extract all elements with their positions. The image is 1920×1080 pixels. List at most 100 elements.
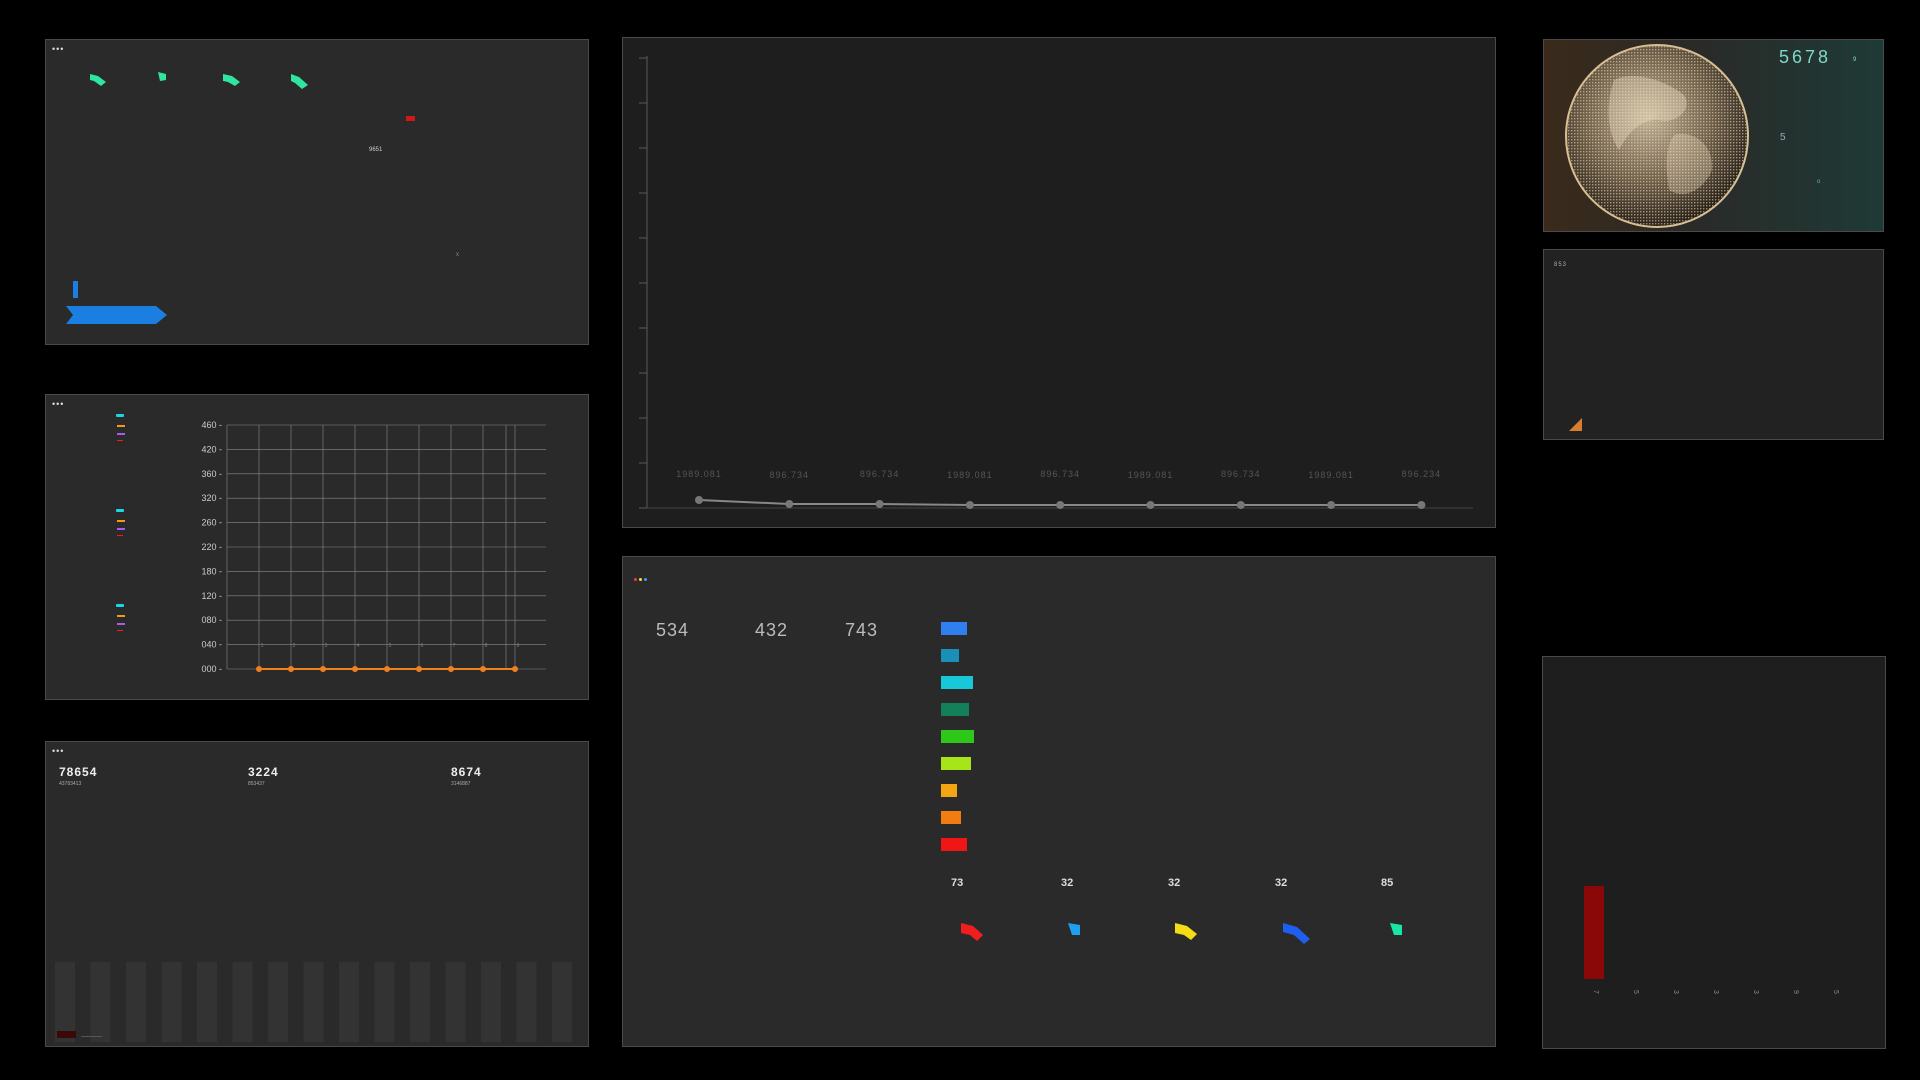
y-tick-label: 040 -	[201, 640, 222, 650]
bg-column	[374, 962, 395, 1042]
point-label: 896.734	[1040, 469, 1080, 479]
point-label: 9	[517, 643, 520, 649]
point-label: 1989.081	[676, 469, 722, 479]
y-axis-marks	[639, 57, 647, 509]
line-point	[1056, 501, 1065, 509]
series-point	[512, 666, 518, 672]
panel-right-bottom: 7 5 3 3 3 9 5	[1542, 656, 1886, 1049]
bg-column	[268, 962, 288, 1042]
point-label: 896.234	[1402, 469, 1442, 479]
gauge-segment-2	[158, 72, 166, 81]
color-swatch	[941, 784, 957, 797]
y-tick-label: 360 -	[201, 469, 222, 479]
gauge-segment-4	[291, 74, 308, 89]
bg-column	[516, 962, 537, 1042]
bg-column	[232, 962, 253, 1042]
line-point	[1146, 501, 1155, 509]
bar-chart-small: 7 5 3 3 3 9 5	[1584, 886, 1839, 994]
point-label: 5	[389, 643, 392, 649]
gauge-value-5: 85	[1381, 877, 1394, 889]
color-swatch	[941, 811, 961, 824]
chart-grid	[226, 424, 546, 670]
point-label: 2	[293, 643, 296, 649]
y-tick-label: 420 -	[201, 444, 222, 454]
bg-column	[55, 962, 75, 1042]
x-marker: x	[456, 252, 459, 258]
line-chart: 1989.081 896.734 896.734 1989.081 896.734 198…	[639, 56, 1473, 509]
bg-column	[197, 962, 217, 1042]
side-value: 5	[1780, 132, 1786, 143]
panel-line-chart: ••• 460 -420 -360 -320 -260 -220 -180 -1…	[45, 394, 589, 700]
big-number: 5678	[1779, 47, 1832, 67]
bg-column	[303, 962, 324, 1042]
x-label: 5	[1832, 990, 1839, 994]
x-label: 3	[1752, 990, 1759, 994]
color-swatch	[941, 838, 967, 851]
line-series	[695, 496, 1426, 509]
gauge-segment	[1175, 923, 1197, 940]
y-axis-ticks: 460 - 420 - 360 - 320 - 260 - 220 - 180 - 120 -…	[201, 420, 222, 674]
y-tick-label: 220 -	[201, 542, 222, 552]
bg-column	[90, 962, 111, 1042]
small-label: 9651	[369, 147, 383, 153]
swatches-and-gauges	[941, 622, 1402, 944]
bg-column	[481, 962, 501, 1042]
line-point	[1236, 501, 1245, 509]
top-left-graphics	[66, 72, 415, 324]
bg-column	[339, 962, 359, 1042]
small-marker: o	[1817, 179, 1821, 185]
point-label: 1989.081	[1128, 470, 1174, 480]
line-point	[965, 501, 974, 509]
series-point	[448, 666, 454, 672]
point-label: 896.734	[1221, 469, 1261, 479]
corner-triangle	[1569, 418, 1582, 431]
point-label: 1989.081	[947, 470, 993, 480]
series-point	[320, 666, 326, 672]
y-tick-label: 260 -	[201, 518, 222, 528]
y-tick-label: 120 -	[201, 591, 222, 601]
red-bar	[1584, 886, 1604, 979]
color-swatch	[941, 730, 974, 743]
line-point	[785, 500, 794, 508]
point-label: 3	[325, 643, 328, 649]
gauge-row	[961, 923, 1402, 944]
point-label: 8	[485, 643, 488, 649]
gauge-value-1: 73	[951, 877, 964, 889]
dark-red-bar	[57, 1031, 76, 1038]
chart-series: 1 2 3 4 5 6 7 8 9	[256, 643, 520, 672]
series-point	[352, 666, 358, 672]
gauge-segment-3	[223, 74, 240, 86]
panel-stats: ••• 78654 43783413 3224 853437 8674 3146…	[45, 741, 589, 1047]
series-point	[416, 666, 422, 672]
series-point	[480, 666, 486, 672]
gauge-segment	[1283, 923, 1310, 944]
panel-top-center: 1989.081 896.734 896.734 1989.081 896.734 198…	[622, 37, 1496, 528]
bg-column	[445, 962, 466, 1042]
line-point	[695, 496, 703, 504]
gauge-value-3: 32	[1168, 877, 1181, 889]
bg-column	[126, 962, 146, 1042]
panel-right-mid: 853	[1543, 249, 1884, 440]
y-tick-label: 460 -	[201, 420, 222, 430]
x-label: 5	[1632, 990, 1639, 994]
point-label: 6	[421, 643, 424, 649]
bar-columns	[55, 962, 572, 1042]
point-label: 896.734	[770, 470, 810, 480]
bg-column	[552, 962, 572, 1042]
point-label: 1	[261, 643, 264, 649]
series-point	[384, 666, 390, 672]
point-label: 896.734	[860, 469, 900, 479]
y-tick-label: 180 -	[201, 566, 222, 576]
color-swatches	[941, 622, 974, 851]
globe-graphic	[1565, 44, 1749, 228]
color-swatch	[941, 676, 973, 689]
legend-group-2	[116, 509, 125, 536]
x-label: 7	[1592, 990, 1599, 994]
series-point	[288, 666, 294, 672]
y-tick-label: 080 -	[201, 615, 222, 625]
gauge-segment-1	[90, 74, 106, 86]
blue-arrow-bar	[66, 306, 167, 324]
x-label: 9	[1792, 990, 1799, 994]
point-label: 4	[357, 643, 360, 649]
point-label: 1989.081	[1308, 470, 1354, 480]
